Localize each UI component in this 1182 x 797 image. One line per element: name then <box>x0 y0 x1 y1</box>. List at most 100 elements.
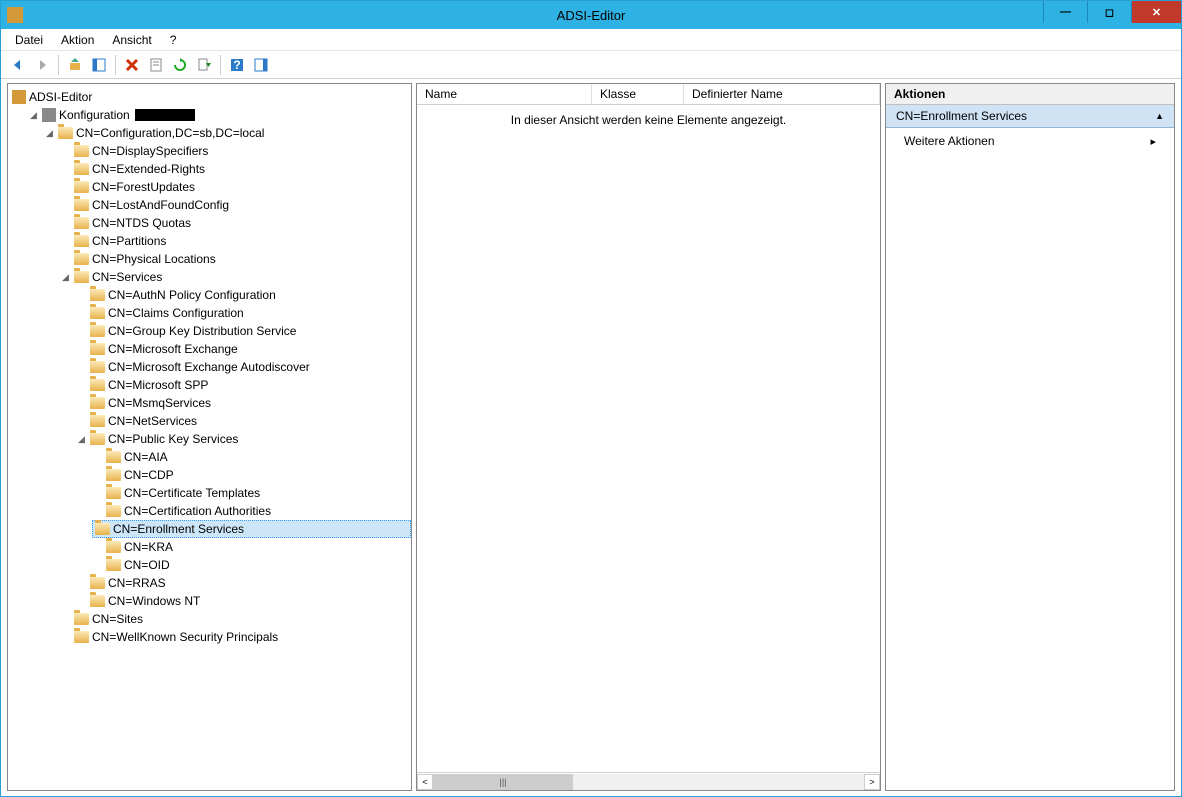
tree-item-aia[interactable]: CN=AIA <box>92 448 411 466</box>
nav-forward-button[interactable] <box>31 54 53 76</box>
tree-label: CN=OID <box>124 558 170 572</box>
tree-label: Konfiguration <box>59 108 130 122</box>
collapse-icon[interactable]: ◢ <box>44 128 55 139</box>
tree-label: CN=Sites <box>92 612 143 626</box>
tree-item-cdp[interactable]: CN=CDP <box>92 466 411 484</box>
help-button[interactable]: ? <box>226 54 248 76</box>
tree-label: CN=AuthN Policy Configuration <box>108 288 276 302</box>
tree-item-msexchangead[interactable]: CN=Microsoft Exchange Autodiscover <box>76 358 411 376</box>
toolbar-separator <box>115 55 116 75</box>
folder-icon <box>106 469 121 481</box>
tree-item-pks[interactable]: ◢CN=Public Key Services <box>76 430 411 448</box>
tree-label: CN=Claims Configuration <box>108 306 244 320</box>
tree-item-physicallocations[interactable]: CN=Physical Locations <box>60 250 411 268</box>
tree-item-partitions[interactable]: CN=Partitions <box>60 232 411 250</box>
collapse-icon[interactable]: ◢ <box>60 272 71 283</box>
folder-icon <box>90 577 105 589</box>
column-klasse[interactable]: Klasse <box>592 84 684 104</box>
tree-label: CN=KRA <box>124 540 173 554</box>
folder-icon <box>90 379 105 391</box>
tree-item-enrollment[interactable]: CN=Enrollment Services <box>92 520 411 538</box>
titlebar[interactable]: ADSI-Editor — ◻ ✕ <box>1 1 1181 29</box>
tree-item-msmq[interactable]: CN=MsmqServices <box>76 394 411 412</box>
tree-label: CN=Certification Authorities <box>124 504 271 518</box>
folder-icon <box>90 289 105 301</box>
tree-label: CN=NTDS Quotas <box>92 216 191 230</box>
actions-more[interactable]: Weitere Aktionen ▸ <box>886 128 1174 154</box>
tree-item-netservices[interactable]: CN=NetServices <box>76 412 411 430</box>
tree-label: CN=MsmqServices <box>108 396 211 410</box>
tree-label: CN=CDP <box>124 468 174 482</box>
tree-pane[interactable]: ADSI-Editor ◢ Konfiguration <box>7 83 412 791</box>
tree-item-winnt[interactable]: CN=Windows NT <box>76 592 411 610</box>
tree-item-displayspecifiers[interactable]: CN=DisplaySpecifiers <box>60 142 411 160</box>
folder-icon <box>90 361 105 373</box>
menu-datei[interactable]: Datei <box>7 31 51 49</box>
tree-label: CN=Group Key Distribution Service <box>108 324 296 338</box>
scrollbar-track[interactable]: ||| <box>433 774 864 790</box>
tree-item-konfiguration[interactable]: ◢ Konfiguration <box>28 106 411 124</box>
folder-icon <box>58 127 73 139</box>
tree-item-forestupdates[interactable]: CN=ForestUpdates <box>60 178 411 196</box>
tree-item-sites[interactable]: CN=Sites <box>60 610 411 628</box>
collapse-icon[interactable]: ◢ <box>76 434 87 445</box>
content-area: ADSI-Editor ◢ Konfiguration <box>1 79 1181 791</box>
properties-button[interactable] <box>145 54 167 76</box>
tree-item-msspp[interactable]: CN=Microsoft SPP <box>76 376 411 394</box>
window-title: ADSI-Editor <box>557 8 626 23</box>
scroll-right-button[interactable]: > <box>864 774 880 790</box>
maximize-button[interactable]: ◻ <box>1087 1 1131 23</box>
tree-item-certauth[interactable]: CN=Certification Authorities <box>92 502 411 520</box>
folder-icon <box>90 433 105 445</box>
up-button[interactable] <box>64 54 86 76</box>
tree-item-rras[interactable]: CN=RRAS <box>76 574 411 592</box>
show-hide-tree-button[interactable] <box>88 54 110 76</box>
tree-item-claims[interactable]: CN=Claims Configuration <box>76 304 411 322</box>
tree-item-kra[interactable]: CN=KRA <box>92 538 411 556</box>
folder-icon <box>90 325 105 337</box>
close-button[interactable]: ✕ <box>1131 1 1181 23</box>
menu-help[interactable]: ? <box>162 31 185 49</box>
tree-item-configuration-dn[interactable]: ◢ CN=Configuration,DC=sb,DC=local <box>44 124 411 142</box>
tree-item-msexchange[interactable]: CN=Microsoft Exchange <box>76 340 411 358</box>
folder-icon <box>106 487 121 499</box>
menu-aktion[interactable]: Aktion <box>53 31 102 49</box>
export-button[interactable] <box>193 54 215 76</box>
tree-label: CN=WellKnown Security Principals <box>92 630 278 644</box>
tree-item-wksp[interactable]: CN=WellKnown Security Principals <box>60 628 411 646</box>
minimize-button[interactable]: — <box>1043 1 1087 23</box>
refresh-button[interactable] <box>169 54 191 76</box>
list-header: Name Klasse Definierter Name <box>417 84 880 105</box>
nav-back-button[interactable] <box>7 54 29 76</box>
column-name[interactable]: Name <box>417 84 592 104</box>
scroll-left-button[interactable]: < <box>417 774 433 790</box>
horizontal-scrollbar[interactable]: < ||| > <box>417 772 880 790</box>
show-actions-button[interactable] <box>250 54 272 76</box>
actions-section-label: CN=Enrollment Services <box>896 109 1027 123</box>
tree-item-lostandfound[interactable]: CN=LostAndFoundConfig <box>60 196 411 214</box>
tree-label: CN=Certificate Templates <box>124 486 260 500</box>
delete-button[interactable] <box>121 54 143 76</box>
tree-item-oid[interactable]: CN=OID <box>92 556 411 574</box>
tree-item-groupkey[interactable]: CN=Group Key Distribution Service <box>76 322 411 340</box>
tree-label: CN=Microsoft Exchange <box>108 342 238 356</box>
scrollbar-thumb[interactable]: ||| <box>433 774 573 790</box>
menu-ansicht[interactable]: Ansicht <box>104 31 159 49</box>
redacted-text <box>135 109 195 121</box>
tree-item-extendedrights[interactable]: CN=Extended-Rights <box>60 160 411 178</box>
tree-item-services[interactable]: ◢CN=Services <box>60 268 411 286</box>
collapse-icon[interactable]: ◢ <box>28 110 39 121</box>
actions-section[interactable]: CN=Enrollment Services ▲ <box>886 105 1174 128</box>
tree-item-authn[interactable]: CN=AuthN Policy Configuration <box>76 286 411 304</box>
folder-icon <box>95 523 110 535</box>
tree-label: CN=Microsoft Exchange Autodiscover <box>108 360 310 374</box>
tree-root-label: ADSI-Editor <box>29 90 92 104</box>
tree-root[interactable]: ADSI-Editor <box>12 88 411 106</box>
tree-item-ntdsquotas[interactable]: CN=NTDS Quotas <box>60 214 411 232</box>
tree-label: CN=ForestUpdates <box>92 180 195 194</box>
folder-icon <box>74 271 89 283</box>
collapse-up-icon[interactable]: ▲ <box>1155 111 1164 121</box>
tree-item-certtpl[interactable]: CN=Certificate Templates <box>92 484 411 502</box>
column-dn[interactable]: Definierter Name <box>684 84 880 104</box>
menubar: Datei Aktion Ansicht ? <box>1 29 1181 51</box>
